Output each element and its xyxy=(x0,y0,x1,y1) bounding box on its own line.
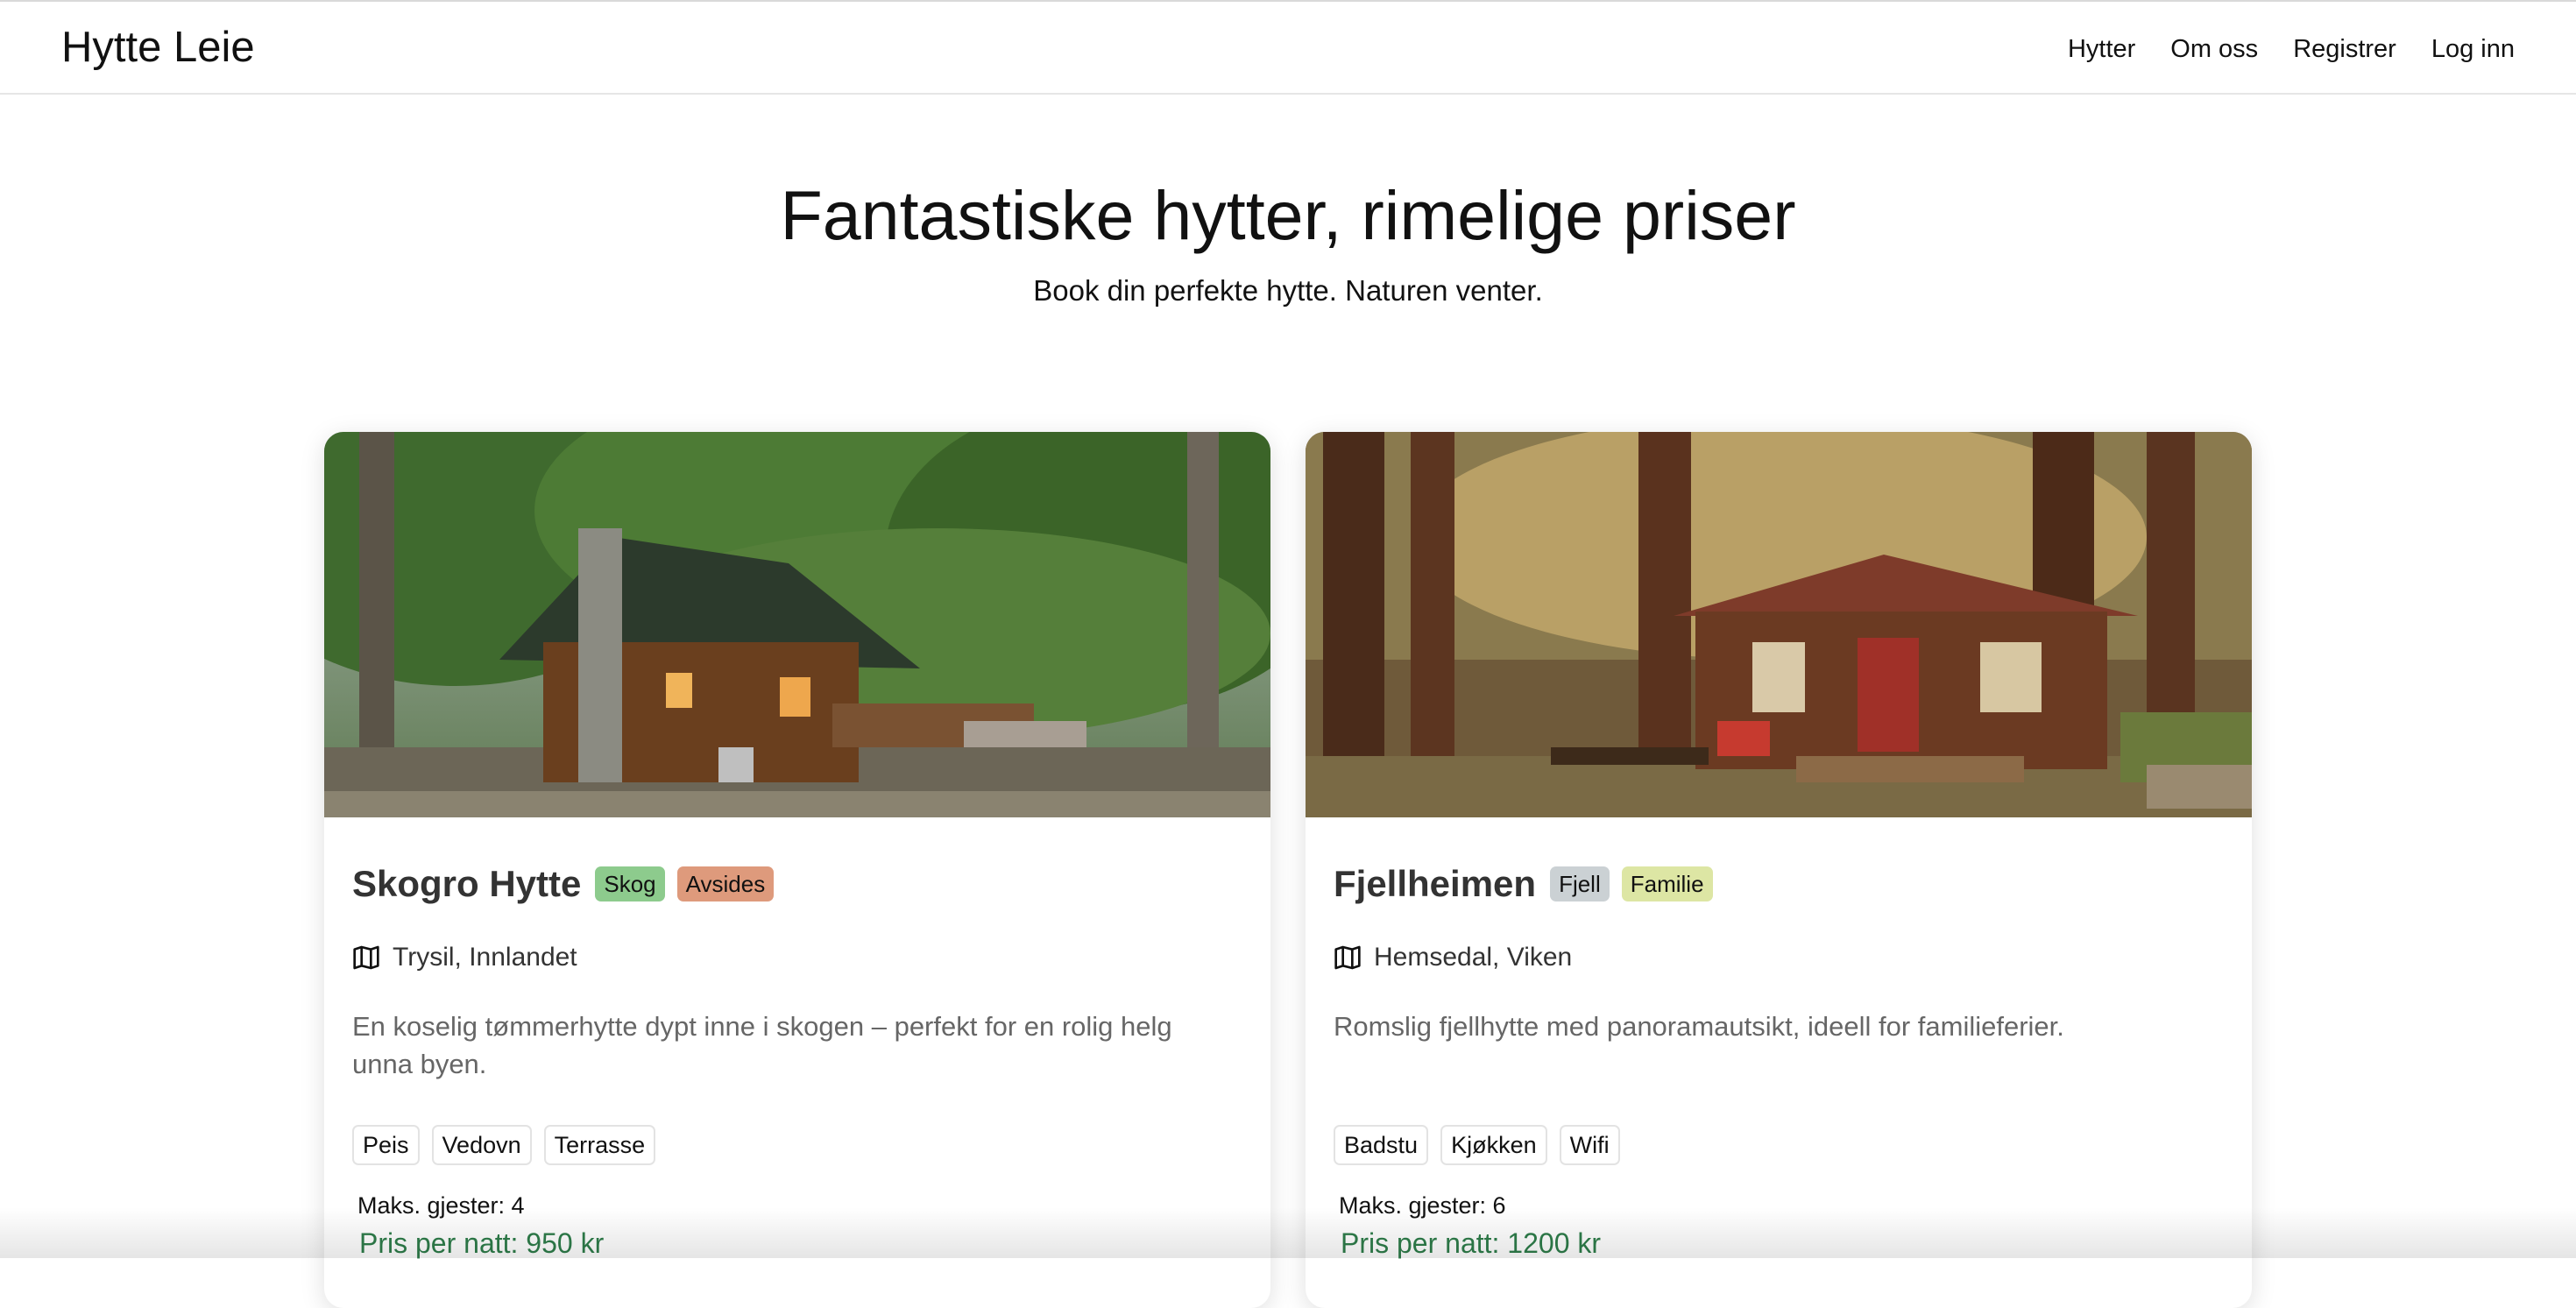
nav-link-registrer[interactable]: Registrer xyxy=(2293,32,2396,67)
cabin-photo-redwood-cabin xyxy=(1306,432,2252,817)
amenity-list: Peis Vedovn Terrasse xyxy=(352,1125,656,1165)
tag-badge: Avsides xyxy=(676,866,775,901)
amenity-chip: Vedovn xyxy=(431,1125,532,1165)
cabin-photo[interactable] xyxy=(1306,432,2252,817)
tag-badge: Fjell xyxy=(1550,866,1610,901)
map-icon xyxy=(1334,945,1361,970)
cabin-photo[interactable] xyxy=(324,432,1270,817)
cabin-name[interactable]: Fjellheimen xyxy=(1334,861,1536,907)
cabin-card[interactable]: Fjellheimen Fjell Familie Hemsedal, Vike… xyxy=(1306,432,2252,1308)
amenity-chip: Kjøkken xyxy=(1440,1125,1547,1165)
site-logo[interactable]: Hytte Leie xyxy=(61,21,255,74)
amenity-chip: Wifi xyxy=(1559,1125,1620,1165)
price-per-night: Pris per natt: 1200 kr xyxy=(1341,1227,1602,1259)
cabin-name[interactable]: Skogro Hytte xyxy=(352,861,581,907)
nav-link-om-oss[interactable]: Om oss xyxy=(2170,32,2258,67)
cabin-card[interactable]: Skogro Hytte Skog Avsides Trysil, Innlan… xyxy=(324,432,1270,1308)
max-guests: Maks. gjester: 4 xyxy=(357,1192,525,1219)
site-header: Hytte Leie Hytter Om oss Registrer Log i… xyxy=(0,2,2576,95)
main-nav: Hytter Om oss Registrer Log inn xyxy=(2068,32,2515,67)
map-icon xyxy=(353,945,379,970)
hero-title: Fantastiske hytter, rimelige priser xyxy=(780,176,1796,254)
location-text: Hemsedal, Viken xyxy=(1374,943,1573,972)
hero-subtitle: Book din perfekte hytte. Naturen venter. xyxy=(1033,274,1543,307)
cabin-description: Romslig fjellhytte med panoramautsikt, i… xyxy=(1334,1011,2064,1042)
amenity-list: Badstu Kjøkken Wifi xyxy=(1334,1125,1620,1165)
amenity-chip: Peis xyxy=(352,1125,420,1165)
nav-link-hytter[interactable]: Hytter xyxy=(2068,32,2135,67)
amenity-chip: Terrasse xyxy=(543,1125,656,1165)
cabin-title-row: Fjellheimen Fjell Familie xyxy=(1334,861,1713,907)
cabin-description: En koselig tømmerhytte dypt inne i skoge… xyxy=(352,1011,1172,1079)
tag-badge: Skog xyxy=(595,866,665,901)
amenity-chip: Badstu xyxy=(1334,1125,1429,1165)
nav-link-log-inn[interactable]: Log inn xyxy=(2431,32,2515,67)
cabin-title-row: Skogro Hytte Skog Avsides xyxy=(352,861,775,907)
location-text: Trysil, Innlandet xyxy=(393,943,577,972)
price-per-night: Pris per natt: 950 kr xyxy=(359,1227,605,1259)
max-guests: Maks. gjester: 6 xyxy=(1339,1192,1506,1219)
cabin-location: Hemsedal, Viken xyxy=(1334,940,1572,975)
cabin-location: Trysil, Innlandet xyxy=(352,940,577,975)
tag-badge: Familie xyxy=(1621,866,1713,901)
cabin-photo-forest-log-cabin xyxy=(324,432,1270,817)
